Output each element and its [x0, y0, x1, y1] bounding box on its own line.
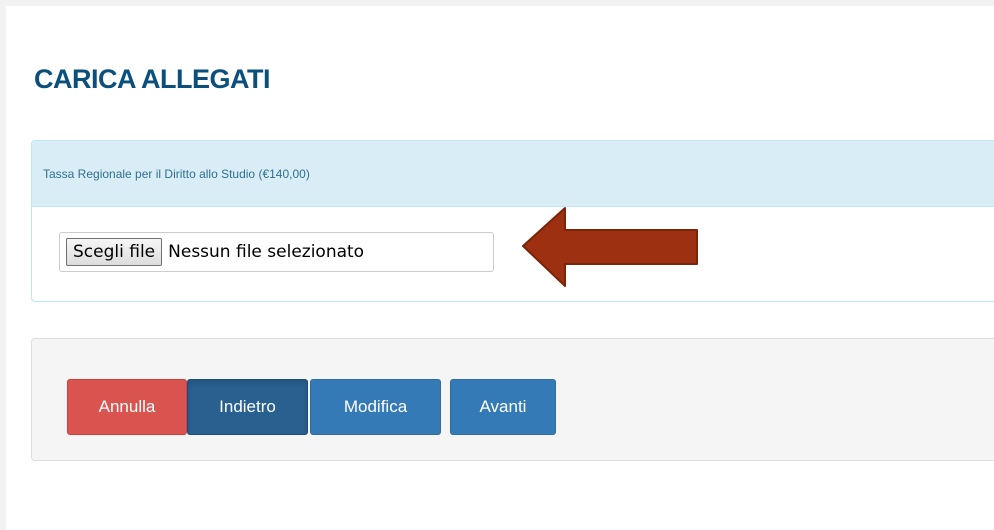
edit-button[interactable]: Modifica	[310, 379, 441, 435]
upload-panel: Tassa Regionale per il Diritto allo Stud…	[31, 140, 994, 302]
page-container: CARICA ALLEGATI Tassa Regionale per il D…	[6, 6, 994, 530]
panel-heading-text: Tassa Regionale per il Diritto allo Stud…	[43, 166, 310, 181]
choose-file-button[interactable]: Scegli file	[66, 238, 163, 266]
panel-heading: Tassa Regionale per il Diritto allo Stud…	[32, 141, 994, 207]
next-button[interactable]: Avanti	[450, 379, 556, 435]
left-arrow-icon	[522, 207, 698, 287]
back-button[interactable]: Indietro	[187, 379, 308, 435]
cancel-button[interactable]: Annulla	[67, 379, 187, 435]
file-upload-input[interactable]: Scegli file Nessun file selezionato	[59, 232, 494, 272]
actions-panel: Annulla Indietro Modifica Avanti	[31, 338, 994, 461]
file-status-label: Nessun file selezionato	[168, 242, 365, 262]
page-title: CARICA ALLEGATI	[34, 64, 270, 94]
